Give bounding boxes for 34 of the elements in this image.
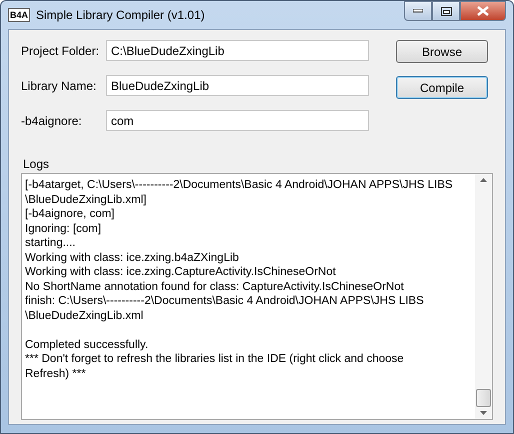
log-line: Refresh) *** [25, 366, 87, 381]
log-line: Completed successfully. [25, 338, 150, 352]
minimize-button[interactable] [404, 1, 432, 21]
logs-label: Logs [23, 157, 50, 171]
log-line: [-b4aignore, com] [25, 207, 116, 222]
scrollbar[interactable] [475, 174, 492, 419]
log-line: Working with class: ice.zxing.b4aZXingLib [25, 250, 240, 265]
log-line: *** Don't forget to refresh the libraries list in the IDE (right click and choose [25, 352, 405, 366]
log-line: finish: C:\Users\----------2\Documents\Basic 4 Android\JOHAN APPS\JHS LIBS [25, 294, 425, 308]
close-button[interactable] [460, 1, 506, 21]
log-line: Ignoring: [com] [25, 222, 102, 236]
maximize-icon [440, 6, 452, 16]
close-icon [477, 6, 489, 16]
log-line: \BlueDudeZxingLib.xml] [25, 192, 148, 207]
window-title: Simple Library Compiler (v1.01) [36, 8, 205, 22]
log-line: No ShortName annotation found for class: CaptureActivity.IsChineseOrNot [25, 280, 405, 294]
maximize-button[interactable] [432, 1, 460, 21]
field-label: Project Folder: [21, 44, 100, 58]
action-button[interactable]: Compile [396, 76, 488, 99]
input-field[interactable]: BlueDudeZxingLib [106, 75, 369, 96]
input-field[interactable]: C:\BlueDudeZxingLib [106, 40, 369, 61]
log-line: [-b4atarget, C:\Users\----------2\Documents\Basic 4 Android\JOHAN APPS\JHS LIBS [25, 178, 454, 192]
field-label: -b4aignore: [21, 114, 83, 128]
scroll-up-icon[interactable] [480, 178, 487, 182]
action-button[interactable]: Browse [396, 40, 488, 63]
field-label: Library Name: [21, 78, 98, 92]
scroll-thumb[interactable] [476, 389, 491, 407]
app-icon: B4A [8, 8, 30, 22]
log-line: starting.... [25, 236, 76, 250]
scroll-down-icon[interactable] [480, 411, 487, 415]
input-field[interactable]: com [106, 110, 369, 131]
log-line: \BlueDudeZxingLib.xml [25, 308, 144, 323]
minimize-icon [413, 9, 423, 13]
log-line: Working with class: ice.zxing.CaptureActivity.IsChineseOrNot [25, 265, 337, 280]
